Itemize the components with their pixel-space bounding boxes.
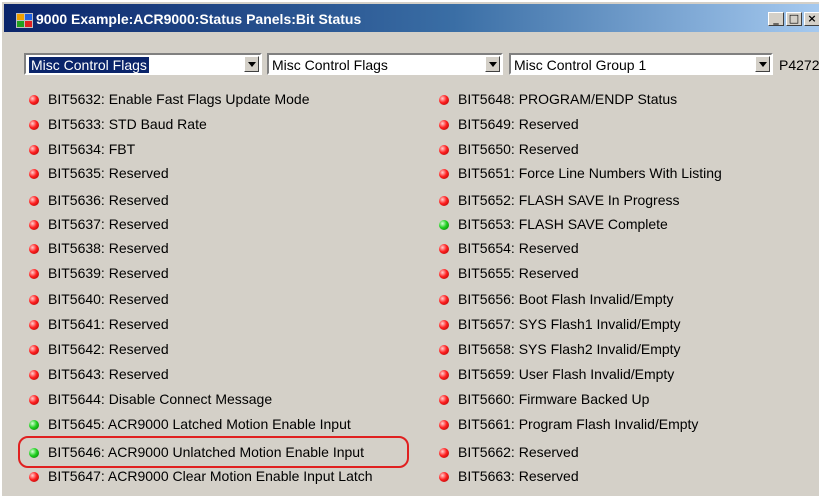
chevron-down-icon[interactable] [755, 56, 770, 72]
status-led-icon [29, 220, 39, 230]
status-led-icon [439, 145, 449, 155]
bit-label: BIT5632: Enable Fast Flags Update Mode [48, 91, 310, 107]
bit-label: BIT5653: FLASH SAVE Complete [458, 216, 668, 232]
flag-set-dropdown[interactable]: Misc Control Flags [267, 53, 503, 75]
bit-label: BIT5636: Reserved [48, 192, 169, 208]
chevron-down-icon[interactable] [244, 56, 259, 72]
status-led-icon [439, 244, 449, 254]
bit-label: BIT5658: SYS Flash2 Invalid/Empty [458, 341, 681, 357]
bit-label: BIT5650: Reserved [458, 141, 579, 157]
bit-label: BIT5642: Reserved [48, 341, 169, 357]
status-led-icon [439, 295, 449, 305]
bit-label: BIT5663: Reserved [458, 468, 579, 484]
bit-label: BIT5660: Firmware Backed Up [458, 391, 650, 407]
status-led-icon [29, 370, 39, 380]
status-led-icon [439, 169, 449, 179]
bit-label: BIT5640: Reserved [48, 291, 169, 307]
status-led-icon [29, 269, 39, 279]
category-dropdown[interactable]: Misc Control Flags [24, 53, 262, 75]
status-led-icon [29, 244, 39, 254]
status-led-icon [29, 320, 39, 330]
status-led-icon [29, 395, 39, 405]
window-title: 9000 Example:ACR9000:Status Panels:Bit S… [36, 11, 362, 27]
status-led-icon [439, 269, 449, 279]
bit-status-window: 9000 Example:ACR9000:Status Panels:Bit S… [0, 0, 819, 496]
status-led-icon [29, 345, 39, 355]
status-led-icon [439, 120, 449, 130]
bit-label: BIT5656: Boot Flash Invalid/Empty [458, 291, 674, 307]
status-led-icon [439, 220, 449, 230]
minimize-button[interactable]: _ [768, 12, 784, 26]
bit-label: BIT5637: Reserved [48, 216, 169, 232]
status-led-icon [439, 472, 449, 482]
bit-label: BIT5655: Reserved [458, 265, 579, 281]
status-led-icon [439, 370, 449, 380]
status-led-icon [29, 169, 39, 179]
bit-label: BIT5652: FLASH SAVE In Progress [458, 192, 680, 208]
bit-label: BIT5662: Reserved [458, 444, 579, 460]
bit-label: BIT5635: Reserved [48, 165, 169, 181]
close-button[interactable]: × [804, 12, 819, 26]
status-led-icon [29, 420, 39, 430]
bit-label: BIT5644: Disable Connect Message [48, 391, 273, 407]
maximize-button[interactable]: □ [786, 12, 802, 26]
bit-label: BIT5649: Reserved [458, 116, 579, 132]
bit-label: BIT5647: ACR9000 Clear Motion Enable Inp… [48, 468, 373, 484]
highlight-annotation [18, 436, 409, 468]
bit-label: BIT5648: PROGRAM/ENDP Status [458, 91, 678, 107]
bit-label: BIT5654: Reserved [458, 240, 579, 256]
flag-set-dropdown-value: Misc Control Flags [272, 57, 388, 73]
bit-label: BIT5661: Program Flash Invalid/Empty [458, 416, 699, 432]
group-dropdown[interactable]: Misc Control Group 1 [509, 53, 773, 75]
status-led-icon [439, 345, 449, 355]
bit-label: BIT5641: Reserved [48, 316, 169, 332]
bit-label: BIT5633: STD Baud Rate [48, 116, 207, 132]
parameter-code: P4272 [779, 57, 819, 73]
bit-label: BIT5645: ACR9000 Latched Motion Enable I… [48, 416, 351, 432]
bit-label: BIT5659: User Flash Invalid/Empty [458, 366, 675, 382]
status-led-icon [29, 95, 39, 105]
status-led-icon [439, 320, 449, 330]
status-led-icon [29, 472, 39, 482]
status-led-icon [439, 420, 449, 430]
app-icon [16, 13, 33, 28]
status-led-icon [439, 395, 449, 405]
bit-label: BIT5657: SYS Flash1 Invalid/Empty [458, 316, 681, 332]
bit-label: BIT5634: FBT [48, 141, 136, 157]
title-bar[interactable]: 9000 Example:ACR9000:Status Panels:Bit S… [4, 4, 819, 32]
status-led-icon [439, 196, 449, 206]
bit-label: BIT5643: Reserved [48, 366, 169, 382]
bit-label: BIT5639: Reserved [48, 265, 169, 281]
status-led-icon [29, 295, 39, 305]
bit-label: BIT5651: Force Line Numbers With Listing [458, 165, 722, 181]
status-led-icon [439, 95, 449, 105]
status-led-icon [29, 120, 39, 130]
status-led-icon [439, 448, 449, 458]
group-dropdown-value: Misc Control Group 1 [514, 57, 647, 73]
status-led-icon [29, 145, 39, 155]
category-dropdown-value: Misc Control Flags [28, 56, 150, 74]
bit-label: BIT5638: Reserved [48, 240, 169, 256]
chevron-down-icon[interactable] [485, 56, 500, 72]
status-led-icon [29, 196, 39, 206]
